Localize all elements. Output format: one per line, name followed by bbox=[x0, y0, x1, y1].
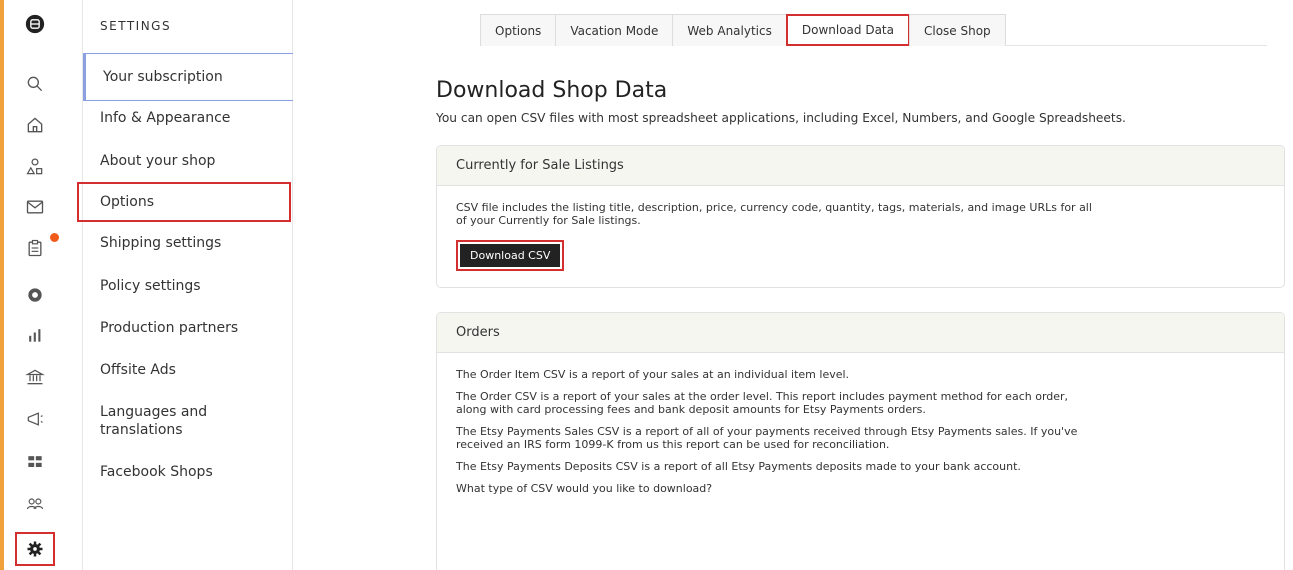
notification-dot bbox=[50, 233, 59, 242]
payments-deposits-csv-text: The Etsy Payments Deposits CSV is a repo… bbox=[456, 460, 1021, 473]
orders-icon[interactable] bbox=[23, 236, 47, 260]
grid-icon[interactable] bbox=[23, 450, 47, 474]
nav-languages-translations[interactable]: Languages and translations bbox=[83, 401, 293, 441]
nav-shipping-settings[interactable]: Shipping settings bbox=[83, 232, 293, 254]
bank-icon[interactable] bbox=[23, 365, 47, 389]
icon-rail bbox=[0, 0, 82, 570]
page-title: Download Shop Data bbox=[436, 78, 668, 103]
nav-label: Languages and translations bbox=[100, 404, 208, 438]
nav-info-appearance[interactable]: Info & Appearance bbox=[83, 107, 293, 129]
nav-policy-settings[interactable]: Policy settings bbox=[83, 275, 293, 297]
megaphone-icon[interactable] bbox=[23, 407, 47, 431]
tab-vacation-mode[interactable]: Vacation Mode bbox=[555, 14, 674, 46]
nav-label: About your shop bbox=[100, 153, 216, 169]
tab-options[interactable]: Options bbox=[480, 14, 557, 46]
order-csv-text: The Order CSV is a report of your sales … bbox=[456, 390, 1069, 416]
gear-icon[interactable] bbox=[23, 537, 47, 561]
download-csv-highlight: Download CSV bbox=[456, 240, 565, 271]
star-icon[interactable] bbox=[23, 283, 47, 307]
payments-sales-csv-text: The Etsy Payments Sales CSV is a report … bbox=[456, 425, 1078, 451]
download-csv-button[interactable]: Download CSV bbox=[460, 244, 561, 267]
etsy-logo-icon[interactable] bbox=[23, 12, 47, 36]
orders-card-header: Orders bbox=[437, 313, 1284, 353]
home-icon[interactable] bbox=[23, 113, 47, 137]
settings-title: SETTINGS bbox=[100, 19, 172, 33]
nav-label: Your subscription bbox=[103, 69, 223, 85]
nav-label: Shipping settings bbox=[100, 235, 222, 251]
nav-your-subscription[interactable]: Your subscription bbox=[83, 53, 293, 101]
csv-type-question: What type of CSV would you like to downl… bbox=[456, 482, 713, 495]
order-item-csv-text: The Order Item CSV is a report of your s… bbox=[456, 368, 850, 381]
nav-offsite-ads[interactable]: Offsite Ads bbox=[83, 359, 293, 381]
options-tabs: Options Vacation Mode Web Analytics Down… bbox=[480, 14, 1267, 46]
settings-nav: SETTINGS Your subscription Info & Appear… bbox=[77, 0, 293, 570]
orders-card-body: The Order Item CSV is a report of your s… bbox=[437, 353, 1284, 519]
tab-close-shop[interactable]: Close Shop bbox=[908, 14, 1006, 46]
listings-card-body: CSV file includes the listing title, des… bbox=[437, 186, 1284, 286]
listings-card: Currently for Sale Listings CSV file inc… bbox=[436, 145, 1285, 288]
nav-label: Policy settings bbox=[100, 278, 201, 294]
nav-label: Offsite Ads bbox=[100, 362, 176, 378]
nav-production-partners[interactable]: Production partners bbox=[83, 317, 293, 339]
nav-facebook-shops[interactable]: Facebook Shops bbox=[83, 461, 293, 483]
orders-card: Orders The Order Item CSV is a report of… bbox=[436, 312, 1285, 570]
listings-description: CSV file includes the listing title, des… bbox=[456, 201, 1092, 227]
listings-card-header: Currently for Sale Listings bbox=[437, 146, 1284, 186]
search-icon[interactable] bbox=[23, 72, 47, 96]
shapes-icon[interactable] bbox=[23, 155, 47, 179]
nav-label: Production partners bbox=[100, 320, 239, 336]
community-icon[interactable] bbox=[23, 492, 47, 516]
nav-options[interactable]: Options bbox=[77, 182, 291, 222]
stats-icon[interactable] bbox=[23, 323, 47, 347]
nav-label: Info & Appearance bbox=[100, 110, 231, 126]
tab-download-data[interactable]: Download Data bbox=[785, 14, 910, 46]
page-subtitle: You can open CSV files with most spreads… bbox=[436, 111, 1126, 125]
nav-about-your-shop[interactable]: About your shop bbox=[83, 150, 293, 172]
nav-label: Facebook Shops bbox=[100, 464, 213, 480]
nav-label: Options bbox=[100, 194, 155, 210]
mail-icon[interactable] bbox=[23, 195, 47, 219]
tab-web-analytics[interactable]: Web Analytics bbox=[672, 14, 787, 46]
rail-accent-bar bbox=[0, 0, 4, 570]
